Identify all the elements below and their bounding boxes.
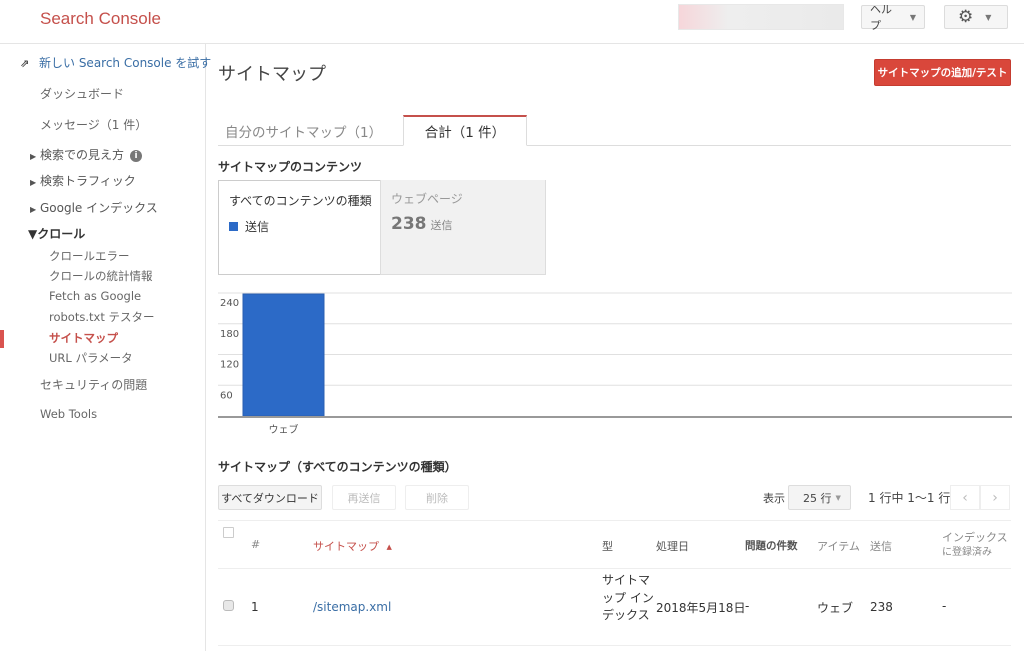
rows-label: 表示	[763, 492, 785, 505]
sidebar-item-label: 検索での見え方	[40, 148, 125, 162]
next-page-button[interactable]: ›	[980, 485, 1010, 510]
resend-button[interactable]: 再送信	[332, 485, 396, 510]
sidebar-item-crawl-errors[interactable]: クロールエラー	[49, 248, 130, 264]
sidebar-item-crawl[interactable]: ▼クロール	[28, 225, 85, 242]
rows-per-page-value: 25 行	[803, 491, 832, 505]
chevron-down-icon: ▼	[985, 12, 992, 22]
sidebar-item-messages[interactable]: メッセージ（1 件）	[40, 116, 147, 133]
row-processed-date: 2018年5月18日	[656, 601, 746, 615]
row-submitted: 238	[870, 600, 893, 614]
bar	[242, 293, 325, 417]
column-header-label: に登録済み	[942, 547, 992, 558]
add-test-sitemap-button[interactable]: サイトマップの追加/テスト	[874, 59, 1011, 86]
content-type-all-card[interactable]: すべてのコンテンツの種類 送信	[218, 180, 380, 275]
sidebar-item-sitemaps[interactable]: サイトマップ	[49, 330, 118, 346]
web-pages-value: 238	[391, 214, 427, 234]
y-tick-label: 180	[220, 329, 239, 340]
contents-heading: サイトマップのコンテンツ	[218, 160, 363, 174]
rows-per-page-select[interactable]: 25 行 ▼	[788, 485, 851, 510]
sidebar-item-label: クロール	[37, 227, 86, 241]
sidebar-item-security[interactable]: セキュリティの問題	[40, 376, 147, 393]
column-header-indexed: インデックス に登録済み	[942, 530, 1008, 560]
sitemap-link[interactable]: /sitemap.xml	[313, 600, 391, 614]
row-items: ウェブ	[817, 601, 854, 615]
sidebar-item-new-console[interactable]: ⇗ 新しい Search Console を試す	[20, 54, 211, 71]
table-heading: サイトマップ（すべてのコンテンツの種類）	[218, 460, 457, 474]
external-link-icon: ⇗	[20, 57, 30, 70]
pagination-range: 1 行中 1〜1 行	[868, 491, 951, 505]
chevron-down-icon: ▼	[909, 12, 916, 22]
expand-arrow-icon: ▶	[30, 152, 37, 161]
sidebar-item-label: Google インデックス	[40, 201, 158, 215]
sidebar-item-web-tools[interactable]: Web Tools	[40, 407, 97, 421]
sidebar-item-url-parameters[interactable]: URL パラメータ	[49, 350, 133, 366]
chevron-down-icon: ▼	[835, 493, 841, 502]
info-icon[interactable]: i	[130, 150, 143, 162]
expand-arrow-icon: ▶	[30, 178, 37, 187]
select-all-checkbox[interactable]	[223, 527, 234, 538]
table-header-border	[218, 568, 1011, 569]
y-tick-label: 60	[220, 390, 233, 401]
sidebar-item-label: 検索トラフィック	[40, 174, 136, 188]
account-area[interactable]	[678, 4, 844, 30]
column-header-processed: 処理日	[656, 540, 689, 553]
row-type: サイトマップ インデックス	[602, 573, 654, 622]
web-pages-title: ウェブページ	[391, 192, 463, 206]
row-indexed: -	[942, 599, 947, 613]
row-checkbox[interactable]	[223, 600, 234, 611]
y-tick-label: 120	[220, 360, 239, 371]
row-issues: -	[745, 599, 750, 613]
content-type-title: すべてのコンテンツの種類	[229, 194, 372, 208]
column-header-submitted: 送信	[870, 540, 892, 553]
chevron-right-icon: ›	[992, 489, 998, 506]
column-header-label: サイトマップ	[313, 540, 379, 553]
web-pages-card[interactable]: ウェブページ 238 送信	[380, 180, 546, 275]
column-header-issues: 問題の件数	[745, 540, 798, 552]
table-row-border	[218, 645, 1011, 646]
active-item-indicator	[0, 330, 4, 348]
sidebar-item-dashboard[interactable]: ダッシュボード	[40, 85, 124, 102]
delete-button[interactable]: 削除	[405, 485, 469, 510]
sidebar-item-search-traffic[interactable]: ▶ 検索トラフィック	[30, 172, 136, 189]
web-pages-unit: 送信	[430, 219, 453, 232]
column-header-num: #	[251, 538, 261, 551]
sidebar: ⇗ 新しい Search Console を試す ダッシュボード メッセージ（1 …	[0, 44, 211, 651]
tab-my-sitemaps[interactable]: 自分のサイトマップ（1）	[225, 115, 382, 146]
table-top-border	[218, 520, 1011, 521]
sidebar-item-robots-tester[interactable]: robots.txt テスター	[49, 309, 154, 325]
y-tick-label: 240	[220, 298, 239, 309]
download-all-button[interactable]: すべてダウンロード	[218, 485, 322, 510]
x-tick-label: ウェブ	[269, 423, 299, 436]
gear-icon: ⚙	[958, 7, 974, 27]
sidebar-item-crawl-stats[interactable]: クロールの統計情報	[49, 268, 153, 284]
expand-arrow-icon: ▶	[30, 205, 37, 214]
help-label: ヘルプ	[870, 3, 892, 32]
tab-total[interactable]: 合計（1 件）	[403, 115, 527, 146]
chevron-left-icon: ‹	[962, 489, 968, 506]
help-button[interactable]: ヘルプ ▼	[861, 3, 925, 32]
column-header-type: 型	[602, 540, 613, 553]
column-header-items: アイテム	[817, 540, 860, 553]
column-header-sitemap[interactable]: サイトマップ ▲	[313, 538, 392, 554]
sidebar-item-search-appearance[interactable]: ▶ 検索での見え方 i	[30, 146, 143, 163]
sort-ascending-icon: ▲	[386, 543, 392, 551]
settings-button[interactable]: ⚙ ▼	[944, 5, 1008, 29]
sidebar-item-fetch-as-google[interactable]: Fetch as Google	[49, 289, 141, 303]
top-header: Search Console ヘルプ ▼ ⚙ ▼	[0, 0, 1024, 44]
page-title: サイトマップ	[218, 64, 326, 85]
submitted-bar-chart: 60 120 180 240 ウェブ	[218, 292, 1012, 436]
legend-item: 送信	[229, 218, 269, 235]
brand-logo[interactable]: Search Console	[40, 9, 161, 29]
web-pages-count: 238 送信	[391, 214, 453, 234]
column-header-label: インデックス	[942, 531, 1008, 544]
prev-page-button[interactable]: ‹	[950, 485, 980, 510]
sidebar-item-google-index[interactable]: ▶ Google インデックス	[30, 199, 158, 216]
legend-swatch	[229, 222, 238, 231]
collapse-arrow-icon: ▼	[28, 227, 38, 241]
sidebar-item-label: 新しい Search Console を試す	[39, 56, 212, 70]
row-num: 1	[251, 600, 259, 614]
legend-label: 送信	[245, 220, 270, 234]
